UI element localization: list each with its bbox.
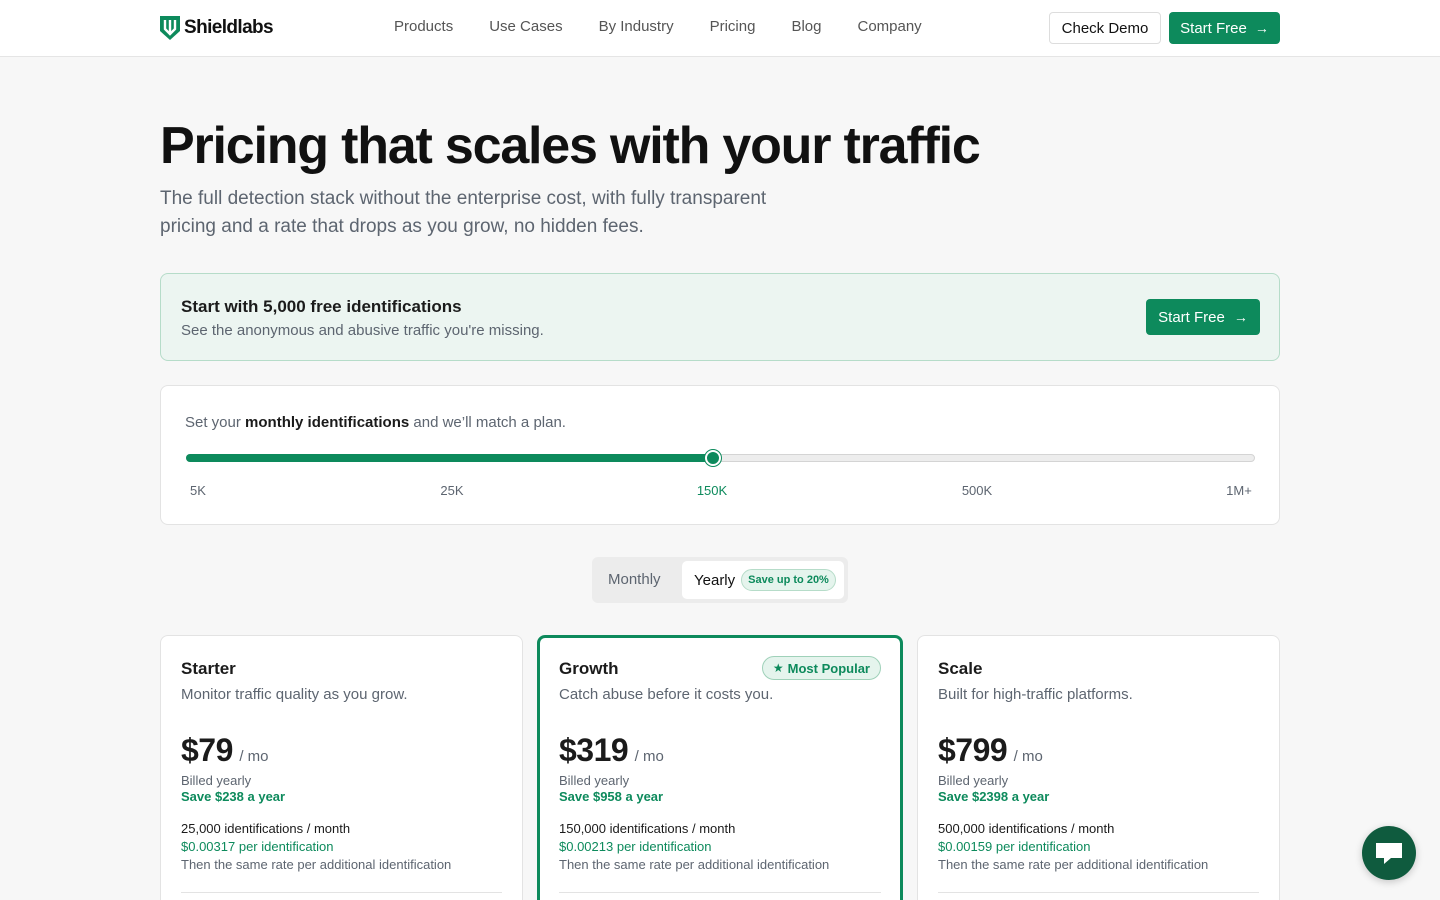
yearly-savings: Save $2398 a year bbox=[938, 789, 1050, 804]
slider-tick-500k[interactable]: 500K bbox=[962, 483, 992, 498]
yearly-savings: Save $238 a year bbox=[181, 789, 286, 804]
plan-description: Monitor traffic quality as you grow. bbox=[181, 686, 408, 703]
per-identification-rate: $0.00159 per identification bbox=[938, 839, 1091, 854]
billing-note: Billed yearly bbox=[559, 773, 630, 788]
check-demo-label: Check Demo bbox=[1061, 19, 1149, 37]
overage-note: Then the same rate per additional identi… bbox=[559, 857, 830, 872]
plan-card-scale: Scale Built for high-traffic platforms. … bbox=[917, 635, 1280, 900]
chat-icon bbox=[1376, 843, 1402, 864]
page-subtitle: The full detection stack without the ent… bbox=[160, 188, 767, 237]
site-header: Shieldlabs Products Use Cases By Industr… bbox=[0, 0, 1440, 57]
price-amount: $799 bbox=[938, 732, 1008, 768]
plan-price: $319 / mo bbox=[559, 732, 664, 769]
divider bbox=[559, 892, 881, 893]
divider bbox=[938, 892, 1259, 893]
included-identifications: 500,000 identifications / month bbox=[938, 821, 1115, 836]
plan-description: Catch abuse before it costs you. bbox=[559, 686, 774, 703]
plan-card-starter: Starter Monitor traffic quality as you g… bbox=[160, 635, 523, 900]
price-unit: / mo bbox=[634, 748, 664, 765]
chat-launcher-button[interactable] bbox=[1362, 826, 1416, 880]
slider-tick-1m[interactable]: 1M+ bbox=[1226, 483, 1252, 498]
most-popular-label: Most Popular bbox=[787, 660, 870, 676]
volume-slider-thumb[interactable] bbox=[705, 450, 721, 466]
price-amount: $319 bbox=[559, 732, 629, 768]
volume-slider-card: Set your monthly identifications and we’… bbox=[160, 385, 1280, 525]
banner-start-free-button[interactable]: Start Free → bbox=[1146, 299, 1260, 335]
slider-label: Set your monthly identifications and we’… bbox=[185, 414, 566, 431]
slider-label-prefix: Set your bbox=[185, 414, 246, 431]
overage-note: Then the same rate per additional identi… bbox=[181, 857, 452, 872]
billing-monthly-option[interactable]: Monthly bbox=[608, 571, 661, 588]
star-icon: ★ bbox=[772, 661, 784, 675]
billing-period-toggle: Monthly Yearly Save up to 20% bbox=[592, 557, 848, 603]
page-title: Pricing that scales with your traffic bbox=[160, 117, 981, 175]
included-identifications: 150,000 identifications / month bbox=[559, 821, 736, 836]
shield-logo-icon bbox=[160, 16, 180, 40]
brand-name: Shieldlabs bbox=[184, 17, 274, 38]
arrow-right-icon: → bbox=[1233, 309, 1248, 325]
arrow-right-icon: → bbox=[1254, 20, 1269, 36]
banner-start-free-label: Start Free bbox=[1158, 308, 1225, 326]
slider-tick-5k[interactable]: 5K bbox=[190, 483, 206, 498]
plan-card-growth: Growth ★ Most Popular Catch abuse before… bbox=[537, 635, 903, 900]
free-trial-banner: Start with 5,000 free identifications Se… bbox=[160, 273, 1280, 361]
save-badge: Save up to 20% bbox=[741, 569, 836, 591]
banner-title: Start with 5,000 free identifications bbox=[181, 297, 462, 316]
billing-yearly-option[interactable]: Yearly Save up to 20% bbox=[682, 561, 844, 599]
volume-slider-track[interactable] bbox=[186, 450, 1255, 466]
per-identification-rate: $0.00213 per identification bbox=[559, 839, 712, 854]
slider-tick-25k[interactable]: 25K bbox=[440, 483, 463, 498]
billing-yearly-label: Yearly bbox=[694, 571, 736, 589]
most-popular-badge: ★ Most Popular bbox=[761, 656, 881, 680]
price-unit: / mo bbox=[239, 748, 269, 765]
nav-item-by-industry[interactable]: By Industry bbox=[599, 18, 674, 35]
nav-item-pricing[interactable]: Pricing bbox=[710, 18, 756, 35]
included-identifications: 25,000 identifications / month bbox=[181, 821, 351, 836]
price-amount: $79 bbox=[181, 732, 233, 768]
price-unit: / mo bbox=[1013, 748, 1043, 765]
yearly-savings: Save $958 a year bbox=[559, 789, 664, 804]
divider bbox=[181, 892, 502, 893]
nav-item-products[interactable]: Products bbox=[394, 18, 453, 35]
banner-subtitle: See the anonymous and abusive traffic yo… bbox=[181, 322, 544, 339]
overage-note: Then the same rate per additional identi… bbox=[938, 857, 1209, 872]
nav-item-blog[interactable]: Blog bbox=[791, 18, 821, 35]
billing-note: Billed yearly bbox=[938, 773, 1009, 788]
plan-name: Growth bbox=[559, 659, 619, 678]
slider-label-bold: monthly identifications bbox=[245, 414, 410, 431]
per-identification-rate: $0.00317 per identification bbox=[181, 839, 334, 854]
plan-name: Starter bbox=[181, 659, 236, 678]
header-start-free-button[interactable]: Start Free → bbox=[1169, 12, 1280, 44]
plan-description: Built for high-traffic platforms. bbox=[938, 686, 1133, 703]
slider-label-suffix: and we’ll match a plan. bbox=[409, 414, 566, 431]
billing-note: Billed yearly bbox=[181, 773, 252, 788]
nav-item-company[interactable]: Company bbox=[857, 18, 921, 35]
volume-slider-fill bbox=[186, 454, 713, 462]
check-demo-button[interactable]: Check Demo bbox=[1049, 12, 1161, 44]
nav-item-use-cases[interactable]: Use Cases bbox=[489, 18, 562, 35]
slider-tick-150k[interactable]: 150K bbox=[697, 483, 727, 498]
main-nav: Products Use Cases By Industry Pricing B… bbox=[394, 18, 958, 35]
plan-price: $799 / mo bbox=[938, 732, 1043, 769]
start-free-label: Start Free bbox=[1180, 19, 1247, 37]
logo[interactable]: Shieldlabs bbox=[160, 16, 274, 40]
plan-name: Scale bbox=[938, 659, 983, 678]
plan-price: $79 / mo bbox=[181, 732, 269, 769]
